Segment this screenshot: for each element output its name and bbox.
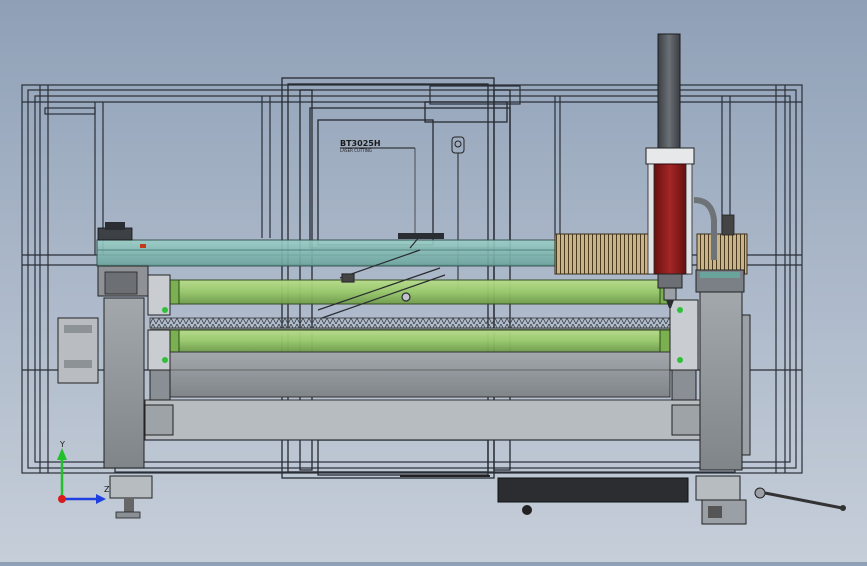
orientation-triad[interactable]: Y Z <box>57 440 110 504</box>
machine-bed <box>96 222 598 267</box>
x-axis-dot <box>58 495 66 503</box>
cad-viewport[interactable]: BT3025H LASER CUTTING Y Z <box>0 0 867 562</box>
z-axis-label: Z <box>104 485 110 494</box>
machine-drawing: BT3025H LASER CUTTING Y Z <box>21 33 846 525</box>
part-sublabel-text: LASER CUTTING <box>340 148 372 153</box>
lower-cabinet <box>114 351 736 473</box>
door-bracket-icon <box>451 136 465 290</box>
part-label: BT3025H LASER CUTTING <box>340 139 416 235</box>
machine-base <box>109 475 846 525</box>
y-axis-label: Y <box>59 440 65 449</box>
y-axis-arrowhead <box>57 448 67 460</box>
z-axis-arrowhead <box>96 494 106 504</box>
part-label-text: BT3025H <box>340 139 381 148</box>
lower-gantry-beam <box>164 329 676 353</box>
